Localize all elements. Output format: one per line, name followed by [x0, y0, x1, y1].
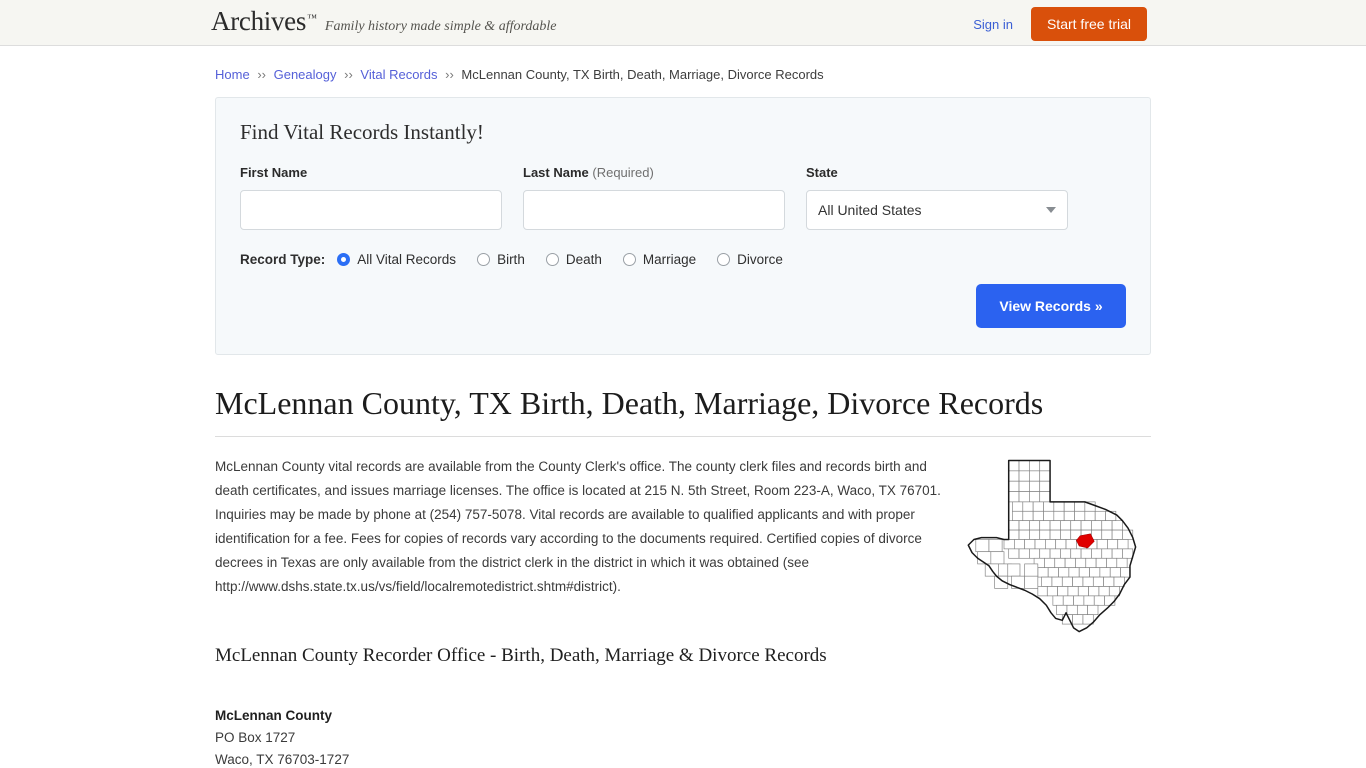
first-name-input[interactable]	[240, 190, 502, 231]
state-select-value: All United States	[818, 202, 922, 219]
first-name-label: First Name	[240, 165, 502, 180]
record-type-option-death-label: Death	[565, 252, 602, 268]
breadcrumb-item-current: McLennan County, TX Birth, Death, Marria…	[461, 67, 824, 82]
radio-icon-marriage[interactable]	[622, 253, 636, 267]
record-type-option-all[interactable]: All Vital Records	[337, 252, 456, 267]
radio-icon-all[interactable]	[337, 253, 351, 267]
first-name-field-group: First Name	[240, 165, 502, 231]
last-name-field-group: Last Name (Required)	[523, 165, 785, 231]
county-info-section: McLennan County vital records are availa…	[215, 455, 1151, 768]
site-header: Archives ™ Family history made simple & a…	[0, 0, 1366, 46]
breadcrumb-item-vital-records[interactable]: Vital Records	[360, 67, 437, 82]
state-label: State	[806, 165, 1068, 180]
last-name-label: Last Name (Required)	[523, 165, 785, 180]
record-type-label: Record Type:	[240, 252, 326, 268]
record-type-option-death[interactable]: Death	[545, 252, 602, 268]
sign-in-link[interactable]: Sign in	[973, 17, 1013, 32]
search-submit-row: View Records »	[240, 284, 1126, 329]
last-name-required-note: (Required)	[592, 165, 654, 181]
state-label-text: State	[806, 165, 838, 181]
recorder-office-heading: McLennan County Recorder Office - Birth,…	[215, 644, 827, 666]
record-type-option-marriage[interactable]: Marriage	[622, 252, 697, 268]
trademark-icon: ™	[307, 13, 317, 24]
office-address-line-2: Waco, TX 76703-1727	[215, 751, 350, 767]
state-field-group: State All United States	[806, 165, 1068, 231]
office-address-line-1: PO Box 1727	[215, 729, 296, 745]
search-fields-row: First Name Last Name (Required) State Al…	[240, 165, 1126, 231]
breadcrumb-item-genealogy[interactable]: Genealogy	[274, 67, 337, 82]
vital-records-search-panel: Find Vital Records Instantly! First Name…	[215, 97, 1151, 356]
last-name-input[interactable]	[523, 190, 785, 231]
first-name-label-text: First Name	[240, 165, 308, 181]
brand-tagline: Family history made simple & affordable	[324, 19, 557, 34]
state-select[interactable]: All United States	[806, 190, 1068, 231]
brand-name: Archives	[211, 6, 307, 36]
record-type-option-marriage-label: Marriage	[642, 252, 697, 268]
office-address-block: McLennan County PO Box 1727 Waco, TX 767…	[215, 705, 1151, 768]
record-type-option-divorce[interactable]: Divorce	[717, 252, 783, 267]
breadcrumb: Home ›› Genealogy ›› Vital Records ›› Mc…	[215, 46, 1151, 84]
view-records-button[interactable]: View Records »	[976, 284, 1126, 329]
record-type-option-all-label: All Vital Records	[357, 252, 457, 268]
texas-county-map	[967, 459, 1137, 633]
record-type-option-divorce-label: Divorce	[737, 252, 783, 268]
office-name: McLennan County	[215, 707, 332, 723]
brand-logo[interactable]: Archives ™ Family history made simple & a…	[211, 8, 557, 35]
breadcrumb-separator: ››	[344, 67, 353, 82]
county-description: McLennan County vital records are availa…	[215, 458, 941, 594]
radio-icon-divorce[interactable]	[717, 253, 731, 267]
record-type-option-birth-label: Birth	[497, 252, 525, 268]
last-name-label-text: Last Name	[523, 165, 589, 181]
radio-icon-death[interactable]	[545, 253, 559, 267]
search-panel-title: Find Vital Records Instantly!	[240, 120, 484, 145]
record-type-row: Record Type: All Vital Records Birth Dea…	[240, 252, 1126, 267]
radio-icon-birth[interactable]	[477, 253, 491, 267]
state-select-wrapper: All United States	[806, 190, 1068, 231]
breadcrumb-separator: ››	[257, 67, 266, 82]
start-free-trial-button[interactable]: Start free trial	[1030, 7, 1147, 41]
page-title: McLennan County, TX Birth, Death, Marria…	[215, 385, 1151, 437]
page-container: Home ›› Genealogy ›› Vital Records ›› Mc…	[215, 46, 1151, 768]
breadcrumb-separator: ››	[445, 67, 454, 82]
header-actions: Sign in Start free trial	[973, 7, 1147, 41]
breadcrumb-item-home[interactable]: Home	[215, 67, 250, 82]
record-type-option-birth[interactable]: Birth	[477, 252, 525, 267]
